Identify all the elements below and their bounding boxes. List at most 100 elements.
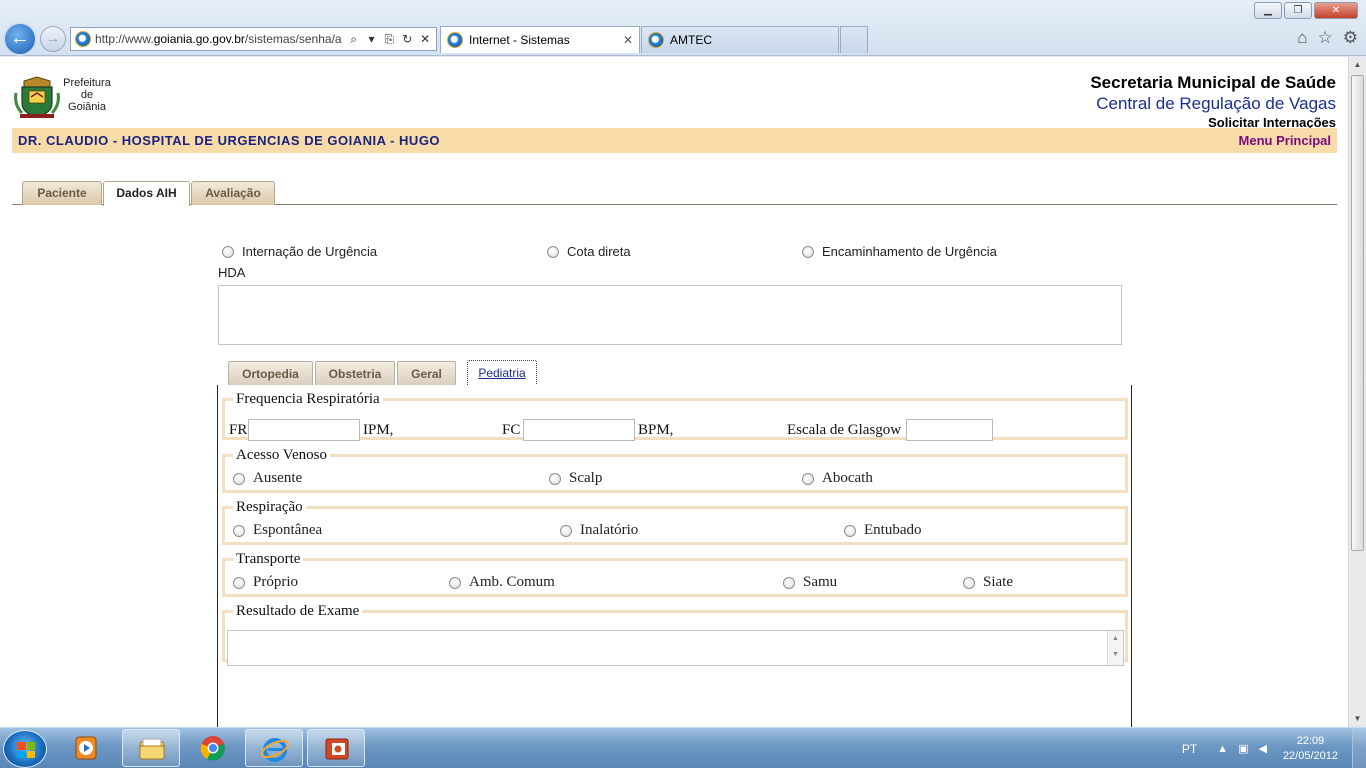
address-bar[interactable]: http://www.goiania.go.gov.br/sistemas/se… xyxy=(70,27,437,51)
resultado-exame-textarea[interactable]: ▲ ▼ xyxy=(227,630,1124,666)
tab-geral[interactable]: Geral xyxy=(397,361,456,386)
home-icon[interactable]: ⌂ xyxy=(1297,28,1307,48)
radio-button[interactable] xyxy=(802,472,814,485)
radio-label: Samu xyxy=(803,574,838,590)
radio-button[interactable] xyxy=(233,472,245,485)
forward-button[interactable]: → xyxy=(40,26,66,52)
radio-button[interactable] xyxy=(549,472,561,485)
logo-text: Prefeitura de Goiânia xyxy=(62,77,112,113)
hospital-name: DR. CLAUDIO - HOSPITAL DE URGENCIAS DE G… xyxy=(18,133,441,148)
radio-button[interactable] xyxy=(560,524,572,537)
language-indicator[interactable]: PT xyxy=(1182,742,1197,756)
close-tab-icon[interactable]: ✕ xyxy=(623,33,633,47)
radio-button[interactable] xyxy=(802,245,814,258)
tab-dados-aih[interactable]: Dados AIH xyxy=(103,181,190,206)
search-icon[interactable]: ⌕ xyxy=(347,32,361,47)
radio-button[interactable] xyxy=(222,245,234,258)
show-hidden-icons-icon[interactable]: ▲ xyxy=(1217,743,1228,755)
radio-label: Inalatório xyxy=(580,522,639,538)
page-header: Secretaria Municipal de Saúde Central de… xyxy=(1090,73,1336,130)
page-scrollbar[interactable]: ▲ ▼ xyxy=(1348,57,1366,727)
system-tray: PT ▲ ▣ ◀ 22:09 22/05/2012 xyxy=(1182,728,1366,768)
tab-pediatria[interactable]: Pediatria xyxy=(467,360,537,386)
radio-siate[interactable]: Siate xyxy=(963,574,1013,591)
start-button[interactable] xyxy=(3,730,47,768)
network-icon[interactable]: ▣ xyxy=(1238,742,1248,755)
fc-input[interactable] xyxy=(523,419,635,441)
scroll-down-icon[interactable]: ▼ xyxy=(1349,711,1366,727)
address-host: goiania.go.gov.br xyxy=(153,32,245,46)
radio-button[interactable] xyxy=(963,576,975,589)
radio-label: Cota direta xyxy=(567,244,631,259)
volume-muted-icon[interactable]: ◀ xyxy=(1258,742,1266,755)
tab-paciente[interactable]: Paciente xyxy=(22,181,102,205)
browser-tab-internet-sistemas[interactable]: Internet - Sistemas ✕ xyxy=(440,26,640,53)
gear-icon[interactable]: ⚙ xyxy=(1343,28,1358,48)
radio-ausente[interactable]: Ausente xyxy=(233,470,302,487)
radio-espontanea[interactable]: Espontânea xyxy=(233,522,322,539)
radio-button[interactable] xyxy=(449,576,461,589)
hda-label: HDA xyxy=(218,265,246,280)
pediatria-panel: Frequencia Respiratória FR IPM, FC BPM, … xyxy=(217,385,1132,727)
textarea-scrollbar[interactable]: ▲ ▼ xyxy=(1107,631,1123,665)
minimize-button[interactable]: ▁ xyxy=(1254,2,1282,19)
favorites-star-icon[interactable]: ☆ xyxy=(1318,28,1333,48)
fieldset-legend: Frequencia Respiratória xyxy=(236,391,380,407)
radio-scalp[interactable]: Scalp xyxy=(549,470,602,487)
show-desktop-button[interactable] xyxy=(1352,728,1366,768)
radio-cota-direta[interactable]: Cota direta xyxy=(547,244,631,259)
taskbar-media-player[interactable] xyxy=(58,729,116,767)
stop-icon[interactable]: ✕ xyxy=(418,32,432,46)
radio-abocath[interactable]: Abocath xyxy=(802,470,873,487)
radio-proprio[interactable]: Próprio xyxy=(233,574,298,591)
fieldset-legend: Acesso Venoso xyxy=(236,447,327,463)
radio-label: Próprio xyxy=(253,574,298,590)
tab-obstetria[interactable]: Obstetria xyxy=(315,361,395,386)
fieldset-transporte: Transporte Próprio Amb. Comum Samu Siate xyxy=(222,551,1128,597)
taskbar-explorer[interactable] xyxy=(122,729,180,767)
radio-label: Amb. Comum xyxy=(469,574,555,590)
maximize-button[interactable]: ❐ xyxy=(1284,2,1312,19)
fr-label: FR xyxy=(229,422,248,438)
clock-time: 22:09 xyxy=(1296,734,1325,747)
clock[interactable]: 22:09 22/05/2012 xyxy=(1283,734,1338,764)
fieldset-acesso-venoso: Acesso Venoso Ausente Scalp Abocath xyxy=(222,447,1128,493)
taskbar-powerpoint[interactable] xyxy=(307,729,365,767)
address-url[interactable]: http://www.goiania.go.gov.br/sistemas/se… xyxy=(95,32,343,46)
radio-button[interactable] xyxy=(233,576,245,589)
radio-button[interactable] xyxy=(547,245,559,258)
radio-amb-comum[interactable]: Amb. Comum xyxy=(449,574,555,591)
dropdown-icon[interactable]: ▾ xyxy=(365,32,379,46)
scrollbar-thumb[interactable] xyxy=(1351,75,1364,551)
window-controls: ▁ ❐ ✕ xyxy=(1254,2,1358,19)
radio-button[interactable] xyxy=(844,524,856,537)
scroll-up-icon[interactable]: ▲ xyxy=(1349,57,1366,73)
menu-principal-link[interactable]: Menu Principal xyxy=(1239,133,1331,148)
taskbar-internet-explorer[interactable] xyxy=(245,729,303,767)
radio-entubado[interactable]: Entubado xyxy=(844,522,922,539)
radio-samu[interactable]: Samu xyxy=(783,574,837,591)
fr-unit: IPM, xyxy=(363,422,394,438)
radio-internacao-urgencia[interactable]: Internação de Urgência xyxy=(222,244,377,259)
tab-avaliacao[interactable]: Avaliação xyxy=(191,181,275,205)
hospital-bar: DR. CLAUDIO - HOSPITAL DE URGENCIAS DE G… xyxy=(12,128,1337,153)
fr-input[interactable] xyxy=(248,419,360,441)
radio-button[interactable] xyxy=(783,576,795,589)
taskbar-chrome[interactable] xyxy=(184,729,242,767)
back-button[interactable]: ← xyxy=(3,22,37,56)
radio-label: Scalp xyxy=(569,470,603,486)
glasgow-input[interactable] xyxy=(906,419,993,441)
logo-text-line: Goiânia xyxy=(68,101,106,113)
radio-button[interactable] xyxy=(233,524,245,537)
new-tab-button[interactable] xyxy=(840,26,868,53)
close-window-button[interactable]: ✕ xyxy=(1314,2,1358,19)
radio-encaminhamento-urgencia[interactable]: Encaminhamento de Urgência xyxy=(802,244,997,259)
compatibility-icon[interactable]: ⎘ xyxy=(382,32,396,47)
radio-label: Entubado xyxy=(864,522,922,538)
radio-inalatorio[interactable]: Inalatório xyxy=(560,522,638,539)
fieldset-legend: Respiração xyxy=(236,499,303,515)
refresh-icon[interactable]: ↻ xyxy=(400,32,414,46)
browser-tab-amtec[interactable]: AMTEC xyxy=(641,26,839,53)
tab-ortopedia[interactable]: Ortopedia xyxy=(228,361,313,386)
hda-textarea[interactable] xyxy=(218,285,1122,345)
